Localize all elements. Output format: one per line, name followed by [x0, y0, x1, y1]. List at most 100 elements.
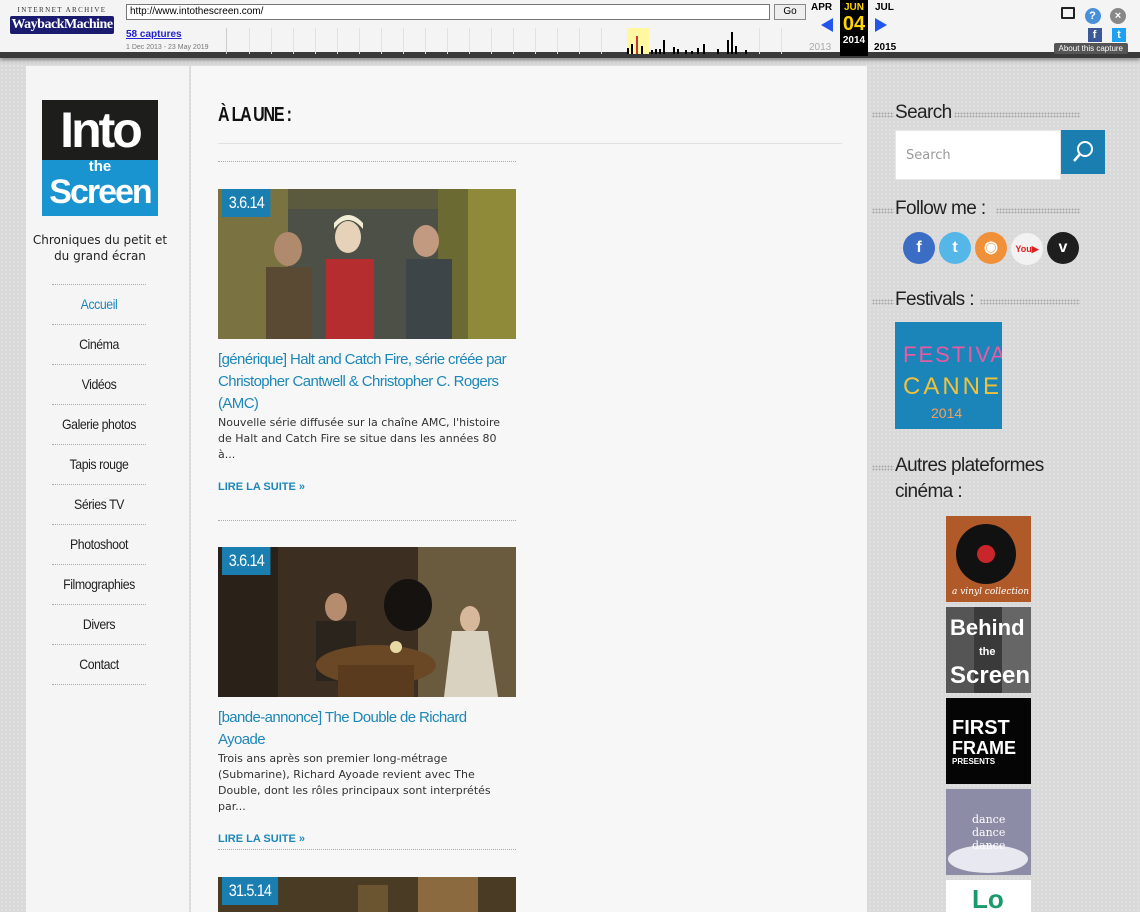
next-capture-arrow-icon[interactable]: [875, 18, 887, 32]
platform-behind-the-screen[interactable]: Behind the Screen: [946, 607, 1031, 693]
title-dots: [872, 208, 894, 214]
svg-text:dance: dance: [972, 813, 1005, 826]
post-title-link[interactable]: [bande-annonce] The Double de Richard Ay…: [218, 707, 516, 751]
window-icon[interactable]: [1061, 7, 1076, 19]
search-input[interactable]: Search: [895, 130, 1061, 180]
partial-platform-logo: Lo: [972, 884, 1004, 912]
sparkline-column: [557, 28, 579, 54]
prev-month-link[interactable]: APR: [811, 2, 832, 13]
prev-year[interactable]: 2013: [809, 42, 831, 53]
post-date-badge: 3.6.14: [222, 547, 271, 575]
nav-item-series-tv[interactable]: Séries TV: [58, 485, 141, 524]
platform-partial[interactable]: Lo: [946, 880, 1031, 912]
svg-text:Behind: Behind: [950, 615, 1025, 640]
search-button[interactable]: [1061, 130, 1105, 174]
nav-item-videos[interactable]: Vidéos: [58, 365, 141, 404]
wayback-url-input[interactable]: http://www.intothescreen.com/: [126, 4, 770, 20]
post-thumbnail[interactable]: 3.6.14: [218, 189, 516, 339]
internet-archive-label: INTERNET ARCHIVE: [17, 6, 107, 14]
facebook-share-icon[interactable]: f: [1087, 28, 1102, 42]
nav-item-cinema[interactable]: Cinéma: [58, 325, 141, 364]
sparkline-bar: [631, 44, 633, 54]
sparkline-bar: [691, 51, 693, 54]
capture-sparkline[interactable]: [226, 28, 806, 54]
nav-item-photoshoot[interactable]: Photoshoot: [58, 525, 141, 564]
sparkline-column: [403, 28, 425, 54]
post-thumbnail[interactable]: 31.5.14: [218, 877, 516, 912]
sparkline-bar: [627, 48, 629, 54]
nav-item-contact[interactable]: Contact: [58, 645, 141, 684]
post-divider: [218, 520, 516, 521]
sparkline-bar: [731, 32, 733, 54]
svg-text:a vinyl collection: a vinyl collection: [952, 587, 1029, 597]
wayback-go-button[interactable]: Go: [774, 4, 806, 20]
platform-first-frame[interactable]: FIRST FRAME PRESENTS: [946, 698, 1031, 784]
behind-the-screen-image: Behind the Screen: [946, 607, 1031, 693]
svg-text:CANNES: CANNES: [903, 373, 1002, 400]
sparkline-column: [293, 28, 315, 54]
vinyl-collection-image: a vinyl collection: [946, 516, 1031, 602]
svg-text:PRESENTS: PRESENTS: [952, 757, 996, 766]
sparkline-column: [535, 28, 557, 54]
nav-item-accueil[interactable]: Accueil: [58, 285, 141, 324]
next-month-link[interactable]: JUL: [875, 2, 894, 13]
svg-text:2014: 2014: [931, 405, 962, 421]
sparkline-bar: [651, 50, 653, 54]
next-year[interactable]: 2015: [874, 42, 896, 53]
wayback-logo[interactable]: INTERNET ARCHIVE WaybackMachine: [10, 6, 114, 34]
sparkline-bar: [636, 36, 638, 54]
svg-text:the: the: [979, 646, 996, 658]
sparkline-column: [447, 28, 469, 54]
close-icon[interactable]: ×: [1110, 8, 1126, 24]
nav-item-filmographies[interactable]: Filmographies: [58, 565, 141, 604]
captures-link[interactable]: 58 captures: [126, 29, 182, 40]
sparkline-column: [491, 28, 513, 54]
logo-line-screen: Screen: [49, 173, 152, 211]
help-icon[interactable]: ?: [1084, 8, 1101, 24]
twitter-share-icon[interactable]: t: [1112, 28, 1126, 42]
site-logo[interactable]: Into the Screen: [42, 100, 158, 216]
post-date-badge: 31.5.14: [222, 877, 278, 905]
twitter-icon[interactable]: t: [939, 232, 971, 264]
nav-item-galerie-photos[interactable]: Galerie photos: [58, 405, 141, 444]
main-nav: Accueil Cinéma Vidéos Galerie photos Tap…: [52, 284, 146, 685]
about-capture-button[interactable]: About this capture: [1053, 43, 1128, 54]
nav-item-tapis-rouge[interactable]: Tapis rouge: [58, 445, 141, 484]
capture-range: 1 Dec 2013 - 23 May 2019: [126, 44, 209, 51]
read-more-link[interactable]: LIRE LA SUITE »: [218, 833, 516, 845]
first-frame-presents-image: FIRST FRAME PRESENTS: [946, 698, 1031, 784]
sparkline-bar: [703, 44, 705, 54]
post-divider: [218, 849, 516, 850]
platform-vinyl-collection[interactable]: a vinyl collection: [946, 516, 1031, 602]
sparkline-column: [337, 28, 359, 54]
post-title-link[interactable]: [générique] Halt and Catch Fire, série c…: [218, 349, 516, 415]
sparkline-bar: [659, 49, 661, 54]
facebook-icon[interactable]: f: [903, 232, 935, 264]
search-placeholder: Search: [906, 148, 951, 163]
vimeo-icon[interactable]: v: [1047, 232, 1079, 264]
youtube-icon[interactable]: You▶: [1011, 233, 1043, 265]
sparkline-bar: [697, 48, 699, 54]
rss-icon[interactable]: ◉: [975, 232, 1007, 264]
sparkline-bar: [677, 49, 679, 54]
sparkline-column: [513, 28, 535, 54]
logo-line-into: Into: [60, 102, 143, 158]
post-thumbnail[interactable]: 3.6.14: [218, 547, 516, 697]
sparkline-bar: [735, 46, 737, 54]
platform-dance-dance-dance[interactable]: dance dance dance: [946, 789, 1031, 875]
left-sidebar: Into the Screen Chroniques du petit et d…: [26, 66, 190, 912]
prev-capture-arrow-icon[interactable]: [821, 18, 833, 32]
sparkline-column: [315, 28, 337, 54]
svg-text:dance: dance: [972, 826, 1005, 839]
post-excerpt: Nouvelle série diffusée sur la chaîne AM…: [218, 416, 501, 461]
post-card: 3.6.14 [générique] Halt and Catch Fire, …: [218, 189, 516, 493]
current-month: JUN: [843, 2, 864, 13]
sparkline-bar: [663, 40, 665, 54]
current-year: 2014: [842, 35, 866, 46]
festival-cannes-banner[interactable]: FESTIVAL CANNES 2014: [895, 322, 1002, 429]
read-more-link[interactable]: LIRE LA SUITE »: [218, 481, 516, 493]
site-tagline: Chroniques du petit et du grand écran: [32, 233, 168, 263]
nav-item-divers[interactable]: Divers: [58, 605, 141, 644]
main-content: À LA UNE : 3.6.14 [générique] Halt and C…: [191, 66, 867, 912]
post-excerpt: Trois ans après son premier long-métrage…: [218, 752, 491, 813]
